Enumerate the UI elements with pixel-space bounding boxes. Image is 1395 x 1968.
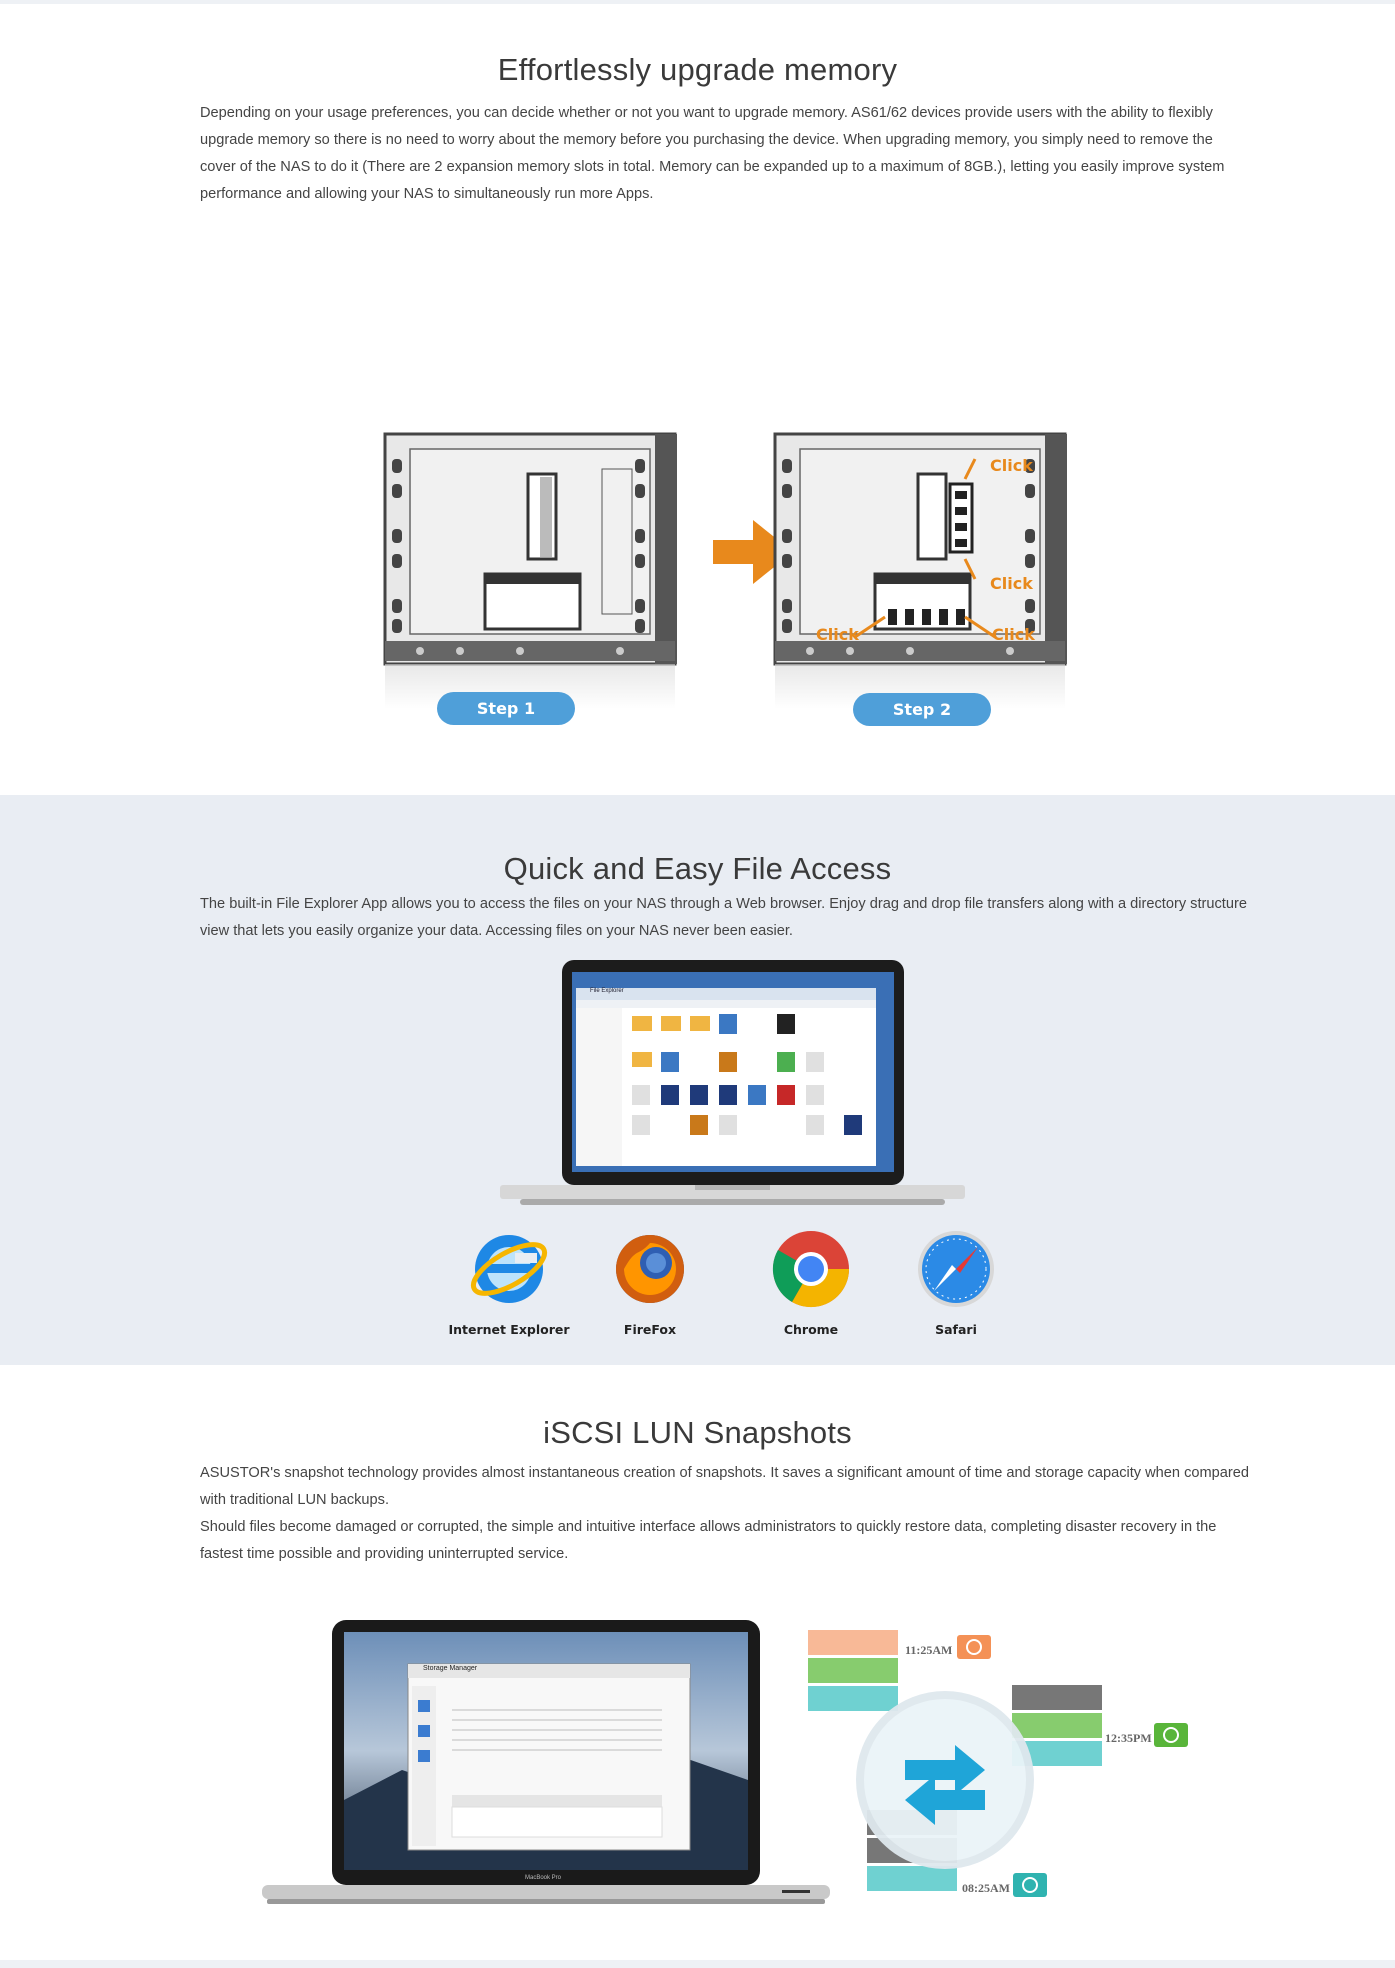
- firefox-icon: [616, 1235, 684, 1303]
- browser-ie[interactable]: Internet Explorer: [439, 1227, 579, 1337]
- browser-chrome[interactable]: Chrome: [741, 1227, 881, 1337]
- step2-button[interactable]: Step 2: [853, 693, 991, 726]
- browser-firefox[interactable]: FireFox: [580, 1227, 720, 1337]
- bottom-divider: [0, 1960, 1395, 1968]
- click-label-top: Click: [990, 456, 1033, 475]
- snapshot-diagram: [808, 1630, 1188, 1897]
- macbook-storage-manager: [262, 1620, 830, 1904]
- nas-step2-illustration: [773, 432, 1067, 709]
- snapshot-time-2: 12:35PM: [1105, 1731, 1152, 1745]
- click-label-mid: Click: [990, 574, 1033, 593]
- nas-step1-illustration: [383, 432, 677, 709]
- step1-button[interactable]: Step 1: [437, 692, 575, 725]
- memory-section: Effortlessly upgrade memory Depending on…: [0, 4, 1395, 795]
- memory-body: Depending on your usage preferences, you…: [200, 105, 1225, 202]
- snapshots-body-2: Should files become damaged or corrupted…: [200, 1519, 1217, 1562]
- browser-label-ie: Internet Explorer: [448, 1322, 570, 1337]
- file-access-body: The built-in File Explorer App allows yo…: [200, 896, 1247, 939]
- browser-label-safari: Safari: [935, 1322, 977, 1337]
- snapshots-section: iSCSI LUN Snapshots ASUSTOR's snapshot t…: [0, 1365, 1395, 1968]
- storage-manager-window-title: Storage Manager: [423, 1665, 478, 1672]
- file-access-title: Quick and Easy File Access: [503, 851, 892, 886]
- click-label-right: Click: [992, 625, 1035, 644]
- snapshot-time-1: 11:25AM: [905, 1643, 953, 1657]
- ie-icon: [470, 1235, 548, 1303]
- macbook-label: MacBook Pro: [525, 1875, 562, 1881]
- laptop-file-explorer: [500, 960, 965, 1205]
- snapshots-body-1: ASUSTOR's snapshot technology provides a…: [200, 1465, 1249, 1508]
- browser-safari[interactable]: Safari: [886, 1227, 1026, 1337]
- file-access-section: Quick and Easy File Access The built-in …: [0, 795, 1395, 1365]
- click-label-left: Click: [816, 625, 859, 644]
- snapshot-time-3: 08:25AM: [962, 1881, 1010, 1895]
- chrome-icon: [772, 1231, 850, 1308]
- browser-label-chrome: Chrome: [783, 1322, 839, 1337]
- file-explorer-window-title: File Explorer: [590, 988, 624, 994]
- memory-title: Effortlessly upgrade memory: [497, 52, 898, 87]
- browser-label-firefox: FireFox: [623, 1322, 677, 1337]
- snapshots-title: iSCSI LUN Snapshots: [543, 1415, 852, 1450]
- safari-icon: [918, 1231, 994, 1307]
